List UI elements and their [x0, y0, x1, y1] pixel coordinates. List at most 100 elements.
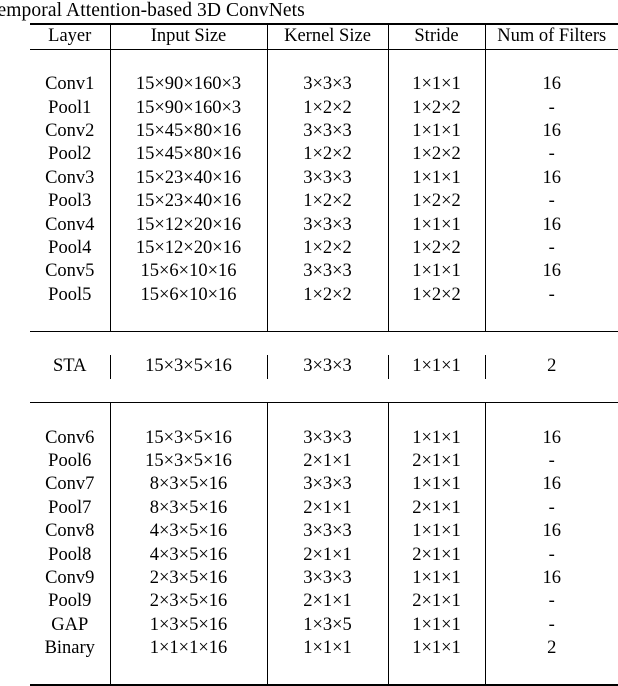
cell-layer: Conv9: [45, 568, 95, 589]
cell-input: 2×3×5×16: [109, 567, 267, 591]
cell-kernel: 2×1×1: [266, 496, 388, 521]
cell-input: 8×3×5×16: [109, 473, 267, 497]
cell-stride: 1×2×2: [387, 190, 485, 214]
cell-layer: Conv6: [45, 427, 95, 448]
table-row-sta: STA 15×3×5×16 3×3×3 1×1×1 2: [30, 355, 618, 379]
cell-stride: 1×1×1: [387, 213, 485, 238]
cell-layer: Conv1: [45, 74, 95, 95]
cell-filters: -: [484, 237, 618, 261]
table-row: Pool4 15×12×20×16 1×2×2 1×2×2 -: [30, 237, 618, 261]
cell-layer: Conv8: [45, 521, 95, 542]
cell-input: 15×3×5×16: [109, 426, 267, 450]
table-row: Pool3 15×23×40×16 1×2×2 1×2×2 -: [30, 190, 618, 214]
cell-filters: 16: [484, 567, 618, 591]
cell-layer: GAP: [51, 614, 89, 635]
cell-filters: 16: [484, 119, 618, 144]
cell-input: 1×1×1×16: [109, 637, 267, 661]
cell-kernel: 1×1×1: [266, 637, 388, 661]
cell-layer: Pool6: [48, 450, 92, 471]
cell-stride: 1×1×1: [387, 567, 485, 591]
cell-input: 15×23×40×16: [109, 166, 267, 191]
cell-filters: -: [484, 449, 618, 474]
table-row: Pool1 15×90×160×3 1×2×2 1×2×2 -: [30, 96, 618, 120]
cell-kernel: 2×1×1: [266, 590, 388, 614]
cell-kernel: 3×3×3: [266, 567, 388, 591]
cell-stride: 1×1×1: [387, 355, 485, 379]
table-row: Conv1 15×90×160×3 3×3×3 1×1×1 16: [30, 73, 618, 97]
table-row: Pool7 8×3×5×16 2×1×1 2×1×1 -: [30, 496, 618, 521]
cell-kernel: 1×2×2: [266, 143, 388, 167]
table-group-sta: STA 15×3×5×16 3×3×3 1×1×1 2: [30, 332, 618, 402]
cell-input: 15×90×160×3: [109, 73, 267, 97]
cell-input: 4×3×5×16: [109, 543, 267, 568]
table-row: Conv6 15×3×5×16 3×3×3 1×1×1 16: [30, 426, 618, 450]
cell-input: 15×12×20×16: [109, 213, 267, 238]
cell-kernel: 3×3×3: [266, 166, 388, 191]
cell-input: 15×12×20×16: [109, 237, 267, 261]
cell-stride: 1×1×1: [387, 119, 485, 144]
cell-kernel: 3×3×3: [266, 426, 388, 450]
cell-stride: 1×1×1: [387, 520, 485, 544]
column-header-layer: Layer: [48, 26, 92, 47]
table-row: Binary 1×1×1×16 1×1×1 1×1×1 2: [30, 637, 618, 661]
table-row: Conv5 15×6×10×16 3×3×3 1×1×1 16: [30, 260, 618, 284]
cell-filters: 16: [484, 473, 618, 497]
cell-kernel: 3×3×3: [266, 119, 388, 144]
table-row: Pool5 15×6×10×16 1×2×2 1×2×2 -: [30, 283, 618, 308]
column-header-num-filters: Num of Filters: [484, 25, 618, 49]
cell-layer: Conv4: [45, 214, 95, 235]
cell-input: 15×3×5×16: [109, 449, 267, 474]
cell-filters: -: [484, 590, 618, 614]
cell-layer: Pool3: [48, 191, 92, 212]
cell-kernel: 3×3×3: [266, 355, 388, 379]
table-group-backbone-upper: Conv1 15×90×160×3 3×3×3 1×1×1 16 Pool1 1…: [30, 49, 618, 331]
cell-stride: 2×1×1: [387, 590, 485, 614]
cell-kernel: 3×3×3: [266, 260, 388, 284]
cell-filters: 2: [484, 637, 618, 661]
table-row: Conv3 15×23×40×16 3×3×3 1×1×1 16: [30, 166, 618, 191]
architecture-table: Layer Input Size Kernel Size Stride Num …: [30, 23, 618, 686]
cell-input: 15×23×40×16: [109, 190, 267, 214]
cell-filters: -: [484, 96, 618, 120]
cell-stride: 1×1×1: [387, 426, 485, 450]
cell-layer: Conv7: [45, 474, 95, 495]
cell-kernel: 1×2×2: [266, 190, 388, 214]
cell-stride: 2×1×1: [387, 449, 485, 474]
cell-stride: 1×1×1: [387, 260, 485, 284]
caption-text: temporal Attention-based 3D ConvNets: [0, 0, 305, 21]
cell-input: 1×3×5×16: [109, 613, 267, 638]
cell-kernel: 1×2×2: [266, 283, 388, 308]
cell-stride: 1×2×2: [387, 237, 485, 261]
table-row: Conv2 15×45×80×16 3×3×3 1×1×1 16: [30, 119, 618, 144]
table-header-section: Layer Input Size Kernel Size Stride Num …: [30, 25, 618, 49]
table-group-backbone-lower: Conv6 15×3×5×16 3×3×3 1×1×1 16 Pool6 15×…: [30, 403, 618, 685]
table-row: Conv9 2×3×5×16 3×3×3 1×1×1 16: [30, 567, 618, 591]
table-row: Pool8 4×3×5×16 2×1×1 2×1×1 -: [30, 543, 618, 568]
cell-filters: 16: [484, 166, 618, 191]
cell-kernel: 2×1×1: [266, 449, 388, 474]
cell-kernel: 3×3×3: [266, 73, 388, 97]
table-row: Conv7 8×3×5×16 3×3×3 1×1×1 16: [30, 473, 618, 497]
table-row: Conv8 4×3×5×16 3×3×3 1×1×1 16: [30, 520, 618, 544]
cell-input: 15×45×80×16: [109, 143, 267, 167]
cell-filters: 16: [484, 426, 618, 450]
cell-layer: Pool9: [48, 591, 92, 612]
cell-filters: 2: [484, 355, 618, 379]
cell-input: 15×90×160×3: [109, 96, 267, 120]
cell-input: 15×3×5×16: [109, 355, 267, 379]
column-header-stride: Stride: [387, 25, 485, 49]
table-row: GAP 1×3×5×16 1×3×5 1×1×1 -: [30, 613, 618, 638]
cell-layer: Pool8: [48, 544, 92, 565]
cell-input: 15×6×10×16: [109, 260, 267, 284]
cell-stride: 1×1×1: [387, 473, 485, 497]
cell-layer: Pool4: [48, 238, 92, 259]
table-row: Pool2 15×45×80×16 1×2×2 1×2×2 -: [30, 143, 618, 167]
cell-input: 15×45×80×16: [109, 119, 267, 144]
cell-stride: 1×1×1: [387, 73, 485, 97]
cell-layer: Conv3: [45, 167, 95, 188]
cell-filters: 16: [484, 213, 618, 238]
cell-filters: -: [484, 496, 618, 521]
cell-layer: STA: [53, 356, 87, 377]
cell-filters: -: [484, 143, 618, 167]
figure-caption: temporal Attention-based 3D ConvNets: [0, 0, 618, 23]
